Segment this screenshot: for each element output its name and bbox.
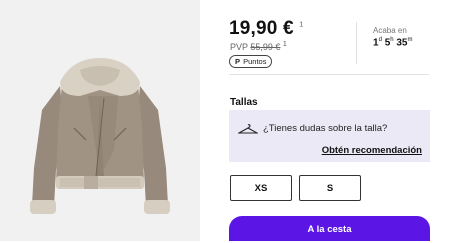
points-badge[interactable]: P Puntos <box>229 55 273 68</box>
countdown-timer: 1d 5h 35m <box>373 37 413 49</box>
sizes-title: Tallas <box>230 97 258 108</box>
countdown-label: Acaba en <box>373 26 407 35</box>
pvp-footnote: 1 <box>282 41 287 48</box>
pvp-label: PVP <box>230 42 248 52</box>
price: 19,90 € 1 <box>229 18 303 40</box>
points-label: Puntos <box>243 57 267 66</box>
points-icon: P <box>235 57 241 66</box>
size-help-question: ¿Tienes dudas sobre la talla? <box>263 123 388 134</box>
price-value: 19,90 € <box>229 18 294 39</box>
size-help-box: ¿Tienes dudas sobre la talla? Obtén reco… <box>229 110 430 162</box>
size-option-xs[interactable]: XS <box>230 175 292 201</box>
divider <box>229 74 429 75</box>
pvp-price: PVP 55,99 € 1 <box>230 41 287 52</box>
jacket-illustration <box>30 58 170 214</box>
hanger-icon <box>236 122 260 140</box>
product-info: 19,90 € 1 PVP 55,99 € 1 P Puntos Acaba e… <box>200 0 475 241</box>
divider <box>356 22 357 64</box>
pvp-old-price: 55,99 € <box>250 42 281 52</box>
product-image[interactable] <box>0 0 200 241</box>
price-footnote: 1 <box>299 21 304 29</box>
size-option-s[interactable]: S <box>299 175 361 201</box>
get-recommendation-link[interactable]: Obtén recomendación <box>322 145 422 156</box>
add-to-cart-button[interactable]: A la cesta <box>229 216 430 241</box>
